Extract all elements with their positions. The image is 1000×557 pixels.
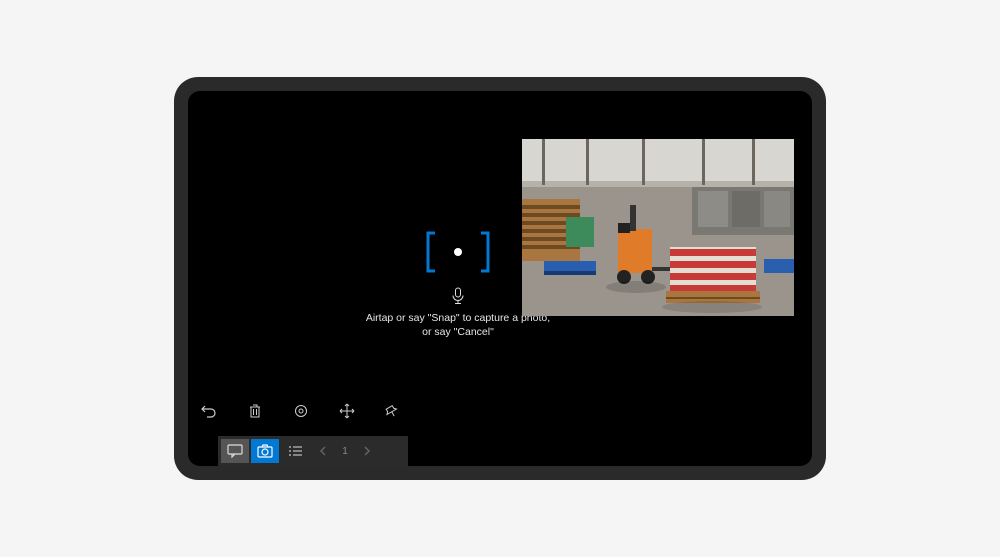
move-icon <box>339 403 355 419</box>
bracket-right-icon <box>478 231 492 273</box>
move-button[interactable] <box>338 402 356 420</box>
chat-button[interactable] <box>221 439 249 463</box>
screen: Airtap or say "Snap" to capture a photo,… <box>188 91 812 466</box>
photo-preview[interactable] <box>522 139 794 316</box>
settings-icon <box>293 403 309 419</box>
undo-button[interactable] <box>200 402 218 420</box>
undo-icon <box>201 403 217 419</box>
microphone-icon <box>451 287 465 305</box>
page-nav: 1 <box>317 445 373 457</box>
reticle-dot-icon <box>454 248 462 256</box>
page-number: 1 <box>339 446 351 457</box>
camera-icon <box>257 444 273 458</box>
pin-button[interactable] <box>384 402 402 420</box>
chevron-left-icon <box>319 446 327 456</box>
camera-button[interactable] <box>251 439 279 463</box>
list-button[interactable] <box>281 439 309 463</box>
delete-icon <box>248 403 262 419</box>
chevron-right-icon <box>363 446 371 456</box>
list-icon <box>288 445 302 457</box>
toolbar <box>200 402 402 420</box>
settings-button[interactable] <box>292 402 310 420</box>
capture-reticle[interactable] <box>424 231 492 273</box>
delete-button[interactable] <box>246 402 264 420</box>
chat-icon <box>227 444 243 458</box>
bottom-bar: 1 <box>218 436 408 466</box>
device-frame: Airtap or say "Snap" to capture a photo,… <box>174 77 826 480</box>
prev-page-button[interactable] <box>317 445 329 457</box>
next-page-button[interactable] <box>361 445 373 457</box>
pin-icon <box>385 404 401 418</box>
bracket-left-icon <box>424 231 438 273</box>
